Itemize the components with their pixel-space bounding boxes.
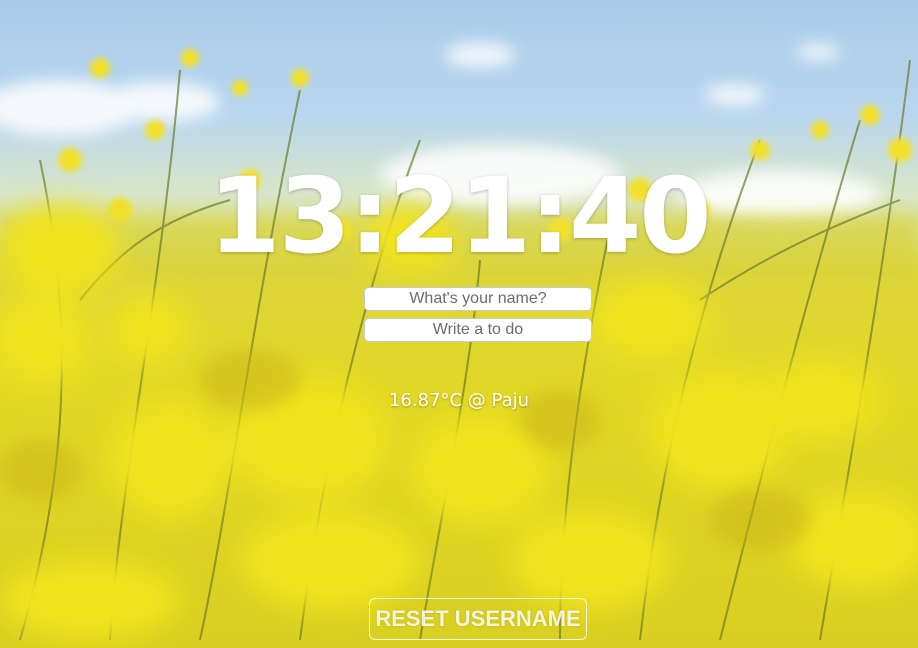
reset-username-button[interactable]: RESET USERNAME [369, 598, 587, 640]
name-input[interactable] [364, 287, 592, 311]
clock: 13:21:40 [208, 154, 711, 277]
weather-display: 16.87°C @ Paju [388, 390, 530, 411]
todo-input[interactable] [364, 318, 592, 342]
